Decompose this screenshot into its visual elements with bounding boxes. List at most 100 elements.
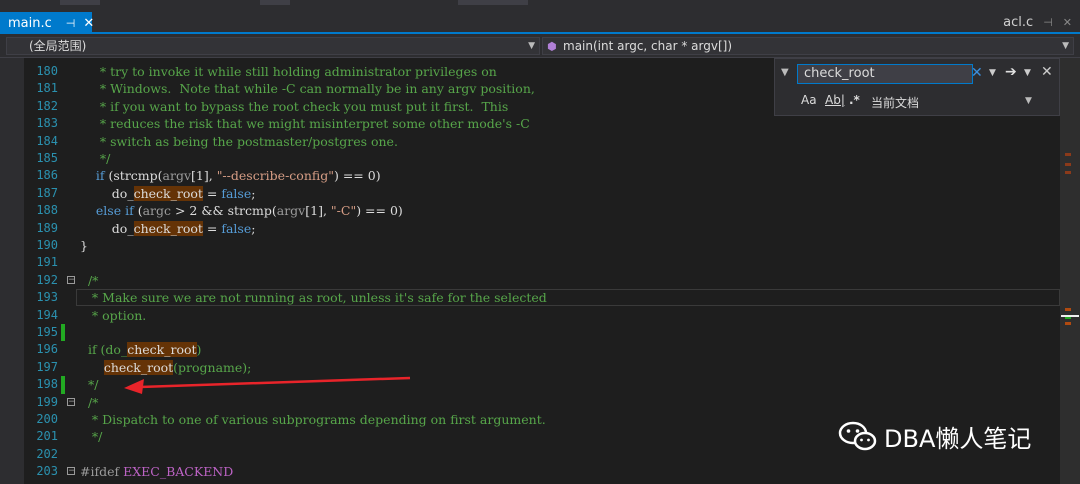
search-query: check_root <box>804 66 875 81</box>
line-number: 195 <box>36 325 58 339</box>
line-number: 189 <box>36 220 58 235</box>
watermark-text: DBA懒人笔记 <box>884 424 1032 453</box>
function-dropdown[interactable]: ⬢ main(int argc, char * argv[]) ▼ <box>542 37 1074 55</box>
document-tab-bar: main.c ⊣ ✕ acl.c ⊣ ✕ <box>0 12 1080 34</box>
change-marker <box>61 324 65 342</box>
code-line[interactable]: 193 * Make sure we are not running as ro… <box>0 289 1040 306</box>
code-line[interactable]: 198 */ <box>0 376 1040 394</box>
line-number: 203 <box>36 464 58 479</box>
tab-acl-c[interactable]: acl.c ⊣ ✕ <box>1003 12 1072 32</box>
code-token: * if you want to bypass the root check y… <box>80 98 509 114</box>
search-history-chevron-icon[interactable]: ▼ <box>989 68 996 78</box>
line-number: 183 <box>36 116 58 131</box>
code-token: * reduces the risk that we might misinte… <box>80 116 530 132</box>
vertical-scrollbar[interactable] <box>1060 58 1080 484</box>
close-find-icon[interactable]: ✕ <box>1041 64 1053 80</box>
code-token: else if <box>95 203 134 219</box>
code-token: * option. <box>80 307 147 323</box>
line-number: 188 <box>36 203 58 218</box>
match-case-icon[interactable]: Aa <box>801 93 817 107</box>
line-number: 181 <box>36 81 58 96</box>
code-token: ) <box>196 342 202 358</box>
clear-icon[interactable]: ✕ <box>971 65 983 81</box>
code-token: ; <box>251 220 256 236</box>
wechat-icon <box>838 421 877 451</box>
code-token: false <box>221 185 252 201</box>
code-line[interactable]: 188 else if (argc > 2 && strcmp(argv[1],… <box>0 202 1040 219</box>
code-line[interactable]: 185 */ <box>0 150 1040 167</box>
search-match: check_root <box>133 220 203 236</box>
code-text: */ <box>80 376 98 393</box>
change-marker <box>61 376 65 394</box>
code-token: #ifdef <box>80 464 124 480</box>
code-line[interactable]: 189 do_check_root = false; <box>0 220 1040 237</box>
code-line[interactable]: 191 <box>0 254 1040 271</box>
code-token: /* <box>80 272 99 288</box>
find-next-arrow-icon[interactable]: ➔ <box>1005 64 1017 80</box>
whole-word-icon[interactable]: Ab| <box>825 93 845 107</box>
line-number: 200 <box>36 412 58 426</box>
fold-collapse-icon[interactable]: − <box>67 275 76 284</box>
line-number: 186 <box>36 168 58 183</box>
code-line[interactable]: 203− #ifdef EXEC_BACKEND <box>0 463 1040 480</box>
code-line[interactable]: 197 check_root(progname); <box>0 359 1040 376</box>
scroll-thumb[interactable] <box>1061 304 1079 328</box>
line-number: 199 <box>36 394 58 409</box>
search-input[interactable]: check_root <box>797 64 973 84</box>
line-number: 193 <box>36 290 58 305</box>
code-token: [1], <box>305 203 331 219</box>
scroll-marker <box>1065 171 1071 174</box>
code-text: * Make sure we are not running as root, … <box>80 289 547 306</box>
code-text: else if (argc > 2 && strcmp(argv[1], "-C… <box>80 202 403 219</box>
chevron-down-icon[interactable]: ▼ <box>1025 96 1032 106</box>
code-line[interactable]: 192− /* <box>0 272 1040 289</box>
code-token: /* <box>80 394 99 410</box>
search-scope[interactable]: 当前文档 <box>871 94 919 111</box>
close-icon[interactable]: ✕ <box>1063 16 1072 29</box>
search-match: check_root <box>103 359 174 375</box>
code-token: = <box>202 185 222 201</box>
code-token: * switch as being the postmaster/postgre… <box>80 133 398 149</box>
code-token: if <box>95 168 105 184</box>
code-text: do_check_root = false; <box>80 185 255 202</box>
title-strip <box>0 0 1080 12</box>
search-match: check_root <box>133 185 203 201</box>
code-line[interactable]: 187 do_check_root = false; <box>0 185 1040 202</box>
code-token: */ <box>80 151 111 166</box>
code-text: * switch as being the postmaster/postgre… <box>80 133 398 150</box>
code-line[interactable]: 190} <box>0 237 1040 254</box>
pin-icon[interactable]: ⊣ <box>66 17 76 30</box>
code-line[interactable]: 195 <box>0 324 1040 342</box>
code-token: ; <box>251 185 256 201</box>
scope-dropdown[interactable]: (全局范围) ▼ <box>6 37 540 55</box>
code-line[interactable]: 194 * option. <box>0 307 1040 324</box>
code-token: * try to invoke it while still holding a… <box>80 64 497 79</box>
search-match: check_root <box>127 342 197 358</box>
find-next-options-icon[interactable]: ▼ <box>1024 68 1031 78</box>
close-icon[interactable]: ✕ <box>83 16 94 31</box>
code-line[interactable]: 199− /* <box>0 394 1040 411</box>
pin-icon[interactable]: ⊣ <box>1043 16 1053 29</box>
code-line[interactable]: 184 * switch as being the postmaster/pos… <box>0 133 1040 150</box>
line-number: 184 <box>36 133 58 148</box>
code-token: EXEC_BACKEND <box>123 464 234 480</box>
line-number: 187 <box>36 185 58 200</box>
code-token: (strcmp( <box>104 168 163 184</box>
code-line[interactable]: 183 * reduces the risk that we might mis… <box>0 115 1040 132</box>
code-token: argv <box>162 168 192 184</box>
code-line[interactable]: 196 if (do_check_root) <box>0 341 1040 358</box>
code-text: * try to invoke it while still holding a… <box>80 63 497 80</box>
code-token: ) == 0) <box>356 203 403 219</box>
code-text: * if you want to bypass the root check y… <box>80 98 508 115</box>
regex-icon[interactable]: .* <box>849 93 860 107</box>
fold-collapse-icon[interactable]: − <box>67 467 76 476</box>
code-line[interactable]: 186 if (strcmp(argv[1], "--describe-conf… <box>0 167 1040 184</box>
code-text: check_root(progname); <box>80 359 251 376</box>
code-text: * Dispatch to one of various subprograms… <box>80 411 546 428</box>
line-number: 197 <box>36 359 58 374</box>
fold-collapse-icon[interactable]: − <box>67 397 76 406</box>
tab-main-c[interactable]: main.c ⊣ ✕ <box>0 12 94 34</box>
expand-replace-icon[interactable]: ▼ <box>781 67 789 78</box>
